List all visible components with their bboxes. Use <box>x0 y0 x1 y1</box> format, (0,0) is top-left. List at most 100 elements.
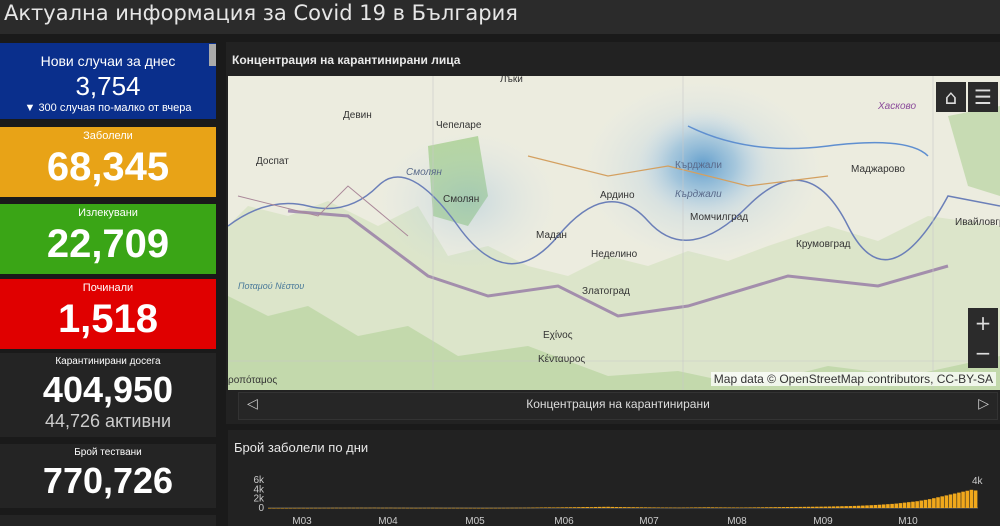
daily-case-bar[interactable] <box>535 507 539 509</box>
daily-case-bar[interactable] <box>556 507 560 508</box>
daily-case-bar[interactable] <box>472 507 477 509</box>
daily-case-bar[interactable] <box>698 507 702 508</box>
daily-case-bar[interactable] <box>815 506 819 508</box>
daily-case-bar[interactable] <box>272 507 276 509</box>
daily-case-bar[interactable] <box>330 507 335 509</box>
daily-case-bar[interactable] <box>719 507 723 508</box>
daily-case-bar[interactable] <box>351 507 356 509</box>
daily-case-bar[interactable] <box>318 507 322 509</box>
daily-case-bar[interactable] <box>635 507 640 508</box>
daily-case-bar[interactable] <box>957 492 961 508</box>
daily-case-bar[interactable] <box>802 506 807 508</box>
daily-case-bar[interactable] <box>623 507 627 508</box>
daily-case-bar[interactable] <box>898 503 903 508</box>
zoom-in-button[interactable]: + <box>968 308 998 338</box>
daily-case-bar[interactable] <box>497 507 502 509</box>
daily-case-bar[interactable] <box>673 507 677 509</box>
daily-case-bar[interactable] <box>597 506 602 508</box>
daily-case-bar[interactable] <box>668 507 673 509</box>
daily-case-bar[interactable] <box>973 490 978 508</box>
daily-case-bar[interactable] <box>961 491 965 508</box>
daily-case-bar[interactable] <box>380 507 385 509</box>
daily-case-bar[interactable] <box>268 507 272 509</box>
daily-case-bar[interactable] <box>731 507 736 508</box>
daily-case-bar[interactable] <box>723 507 727 508</box>
carousel-next-icon[interactable]: ▷ <box>978 396 989 412</box>
daily-case-bar[interactable] <box>911 501 915 508</box>
daily-case-bar[interactable] <box>923 499 928 508</box>
daily-case-bar[interactable] <box>280 507 285 509</box>
daily-case-bar[interactable] <box>940 496 944 508</box>
daily-case-bar[interactable] <box>660 507 665 509</box>
daily-case-bar[interactable] <box>614 507 619 508</box>
daily-case-bar[interactable] <box>443 507 447 509</box>
daily-case-bar[interactable] <box>418 507 422 509</box>
daily-case-bar[interactable] <box>936 497 940 508</box>
daily-case-bar[interactable] <box>372 507 376 509</box>
daily-case-bar[interactable] <box>790 506 794 508</box>
daily-case-bar[interactable] <box>886 504 890 508</box>
daily-case-bar[interactable] <box>501 507 506 509</box>
daily-case-bar[interactable] <box>577 507 581 508</box>
daily-case-bar[interactable] <box>752 507 757 508</box>
daily-case-bar[interactable] <box>493 507 498 509</box>
daily-case-bar[interactable] <box>794 506 798 508</box>
daily-case-bar[interactable] <box>568 507 573 508</box>
daily-case-bar[interactable] <box>848 506 853 508</box>
daily-case-bar[interactable] <box>410 507 414 509</box>
daily-case-bar[interactable] <box>552 507 556 508</box>
daily-case-bar[interactable] <box>648 507 652 508</box>
daily-case-bar[interactable] <box>364 507 368 509</box>
daily-case-bar[interactable] <box>919 500 924 508</box>
daily-case-bar[interactable] <box>455 507 460 509</box>
daily-case-bar[interactable] <box>359 507 364 509</box>
daily-case-bar[interactable] <box>510 507 514 509</box>
daily-case-bar[interactable] <box>506 507 510 509</box>
daily-case-bar[interactable] <box>781 507 786 508</box>
daily-case-bar[interactable] <box>606 506 610 508</box>
daily-case-bar[interactable] <box>426 507 431 509</box>
daily-case-bar[interactable] <box>447 507 452 509</box>
daily-case-bar[interactable] <box>714 507 719 508</box>
daily-case-bar[interactable] <box>952 493 957 508</box>
daily-case-bar[interactable] <box>765 507 769 508</box>
daily-case-bar[interactable] <box>777 507 782 508</box>
daily-case-bar[interactable] <box>485 507 489 509</box>
daily-case-bar[interactable] <box>861 505 865 508</box>
daily-case-bar[interactable] <box>677 507 681 509</box>
daily-case-bar[interactable] <box>518 507 523 509</box>
daily-case-bar[interactable] <box>572 507 577 508</box>
daily-case-bar[interactable] <box>384 507 389 509</box>
daily-case-bar[interactable] <box>288 507 293 509</box>
daily-case-bar[interactable] <box>301 507 305 509</box>
daily-case-bar[interactable] <box>631 507 635 508</box>
daily-case-bar[interactable] <box>844 506 848 508</box>
daily-case-bar[interactable] <box>334 507 339 509</box>
daily-case-bar[interactable] <box>531 507 535 509</box>
daily-case-bar[interactable] <box>656 507 660 508</box>
daily-case-bar[interactable] <box>902 502 907 508</box>
daily-case-bar[interactable] <box>827 506 832 508</box>
daily-case-bar[interactable] <box>468 507 473 509</box>
daily-case-bar[interactable] <box>347 507 351 509</box>
daily-case-bar[interactable] <box>877 504 882 508</box>
daily-case-bar[interactable] <box>435 507 439 509</box>
daily-case-bar[interactable] <box>639 507 644 508</box>
daily-case-bar[interactable] <box>664 507 669 509</box>
daily-case-bar[interactable] <box>414 507 418 509</box>
daily-case-bar[interactable] <box>284 507 289 509</box>
daily-case-bar[interactable] <box>760 507 765 508</box>
daily-case-bar[interactable] <box>652 507 656 508</box>
daily-case-bar[interactable] <box>852 505 857 508</box>
daily-case-bar[interactable] <box>944 495 949 508</box>
daily-case-bar[interactable] <box>401 507 406 509</box>
daily-case-bar[interactable] <box>894 503 899 508</box>
daily-case-bar[interactable] <box>602 506 606 508</box>
daily-case-bar[interactable] <box>297 507 301 509</box>
daily-case-bar[interactable] <box>560 507 564 508</box>
daily-case-bar[interactable] <box>748 507 752 508</box>
daily-case-bar[interactable] <box>627 507 631 508</box>
daily-case-bar[interactable] <box>836 506 840 508</box>
daily-case-bar[interactable] <box>547 507 552 508</box>
daily-case-bar[interactable] <box>293 507 297 509</box>
